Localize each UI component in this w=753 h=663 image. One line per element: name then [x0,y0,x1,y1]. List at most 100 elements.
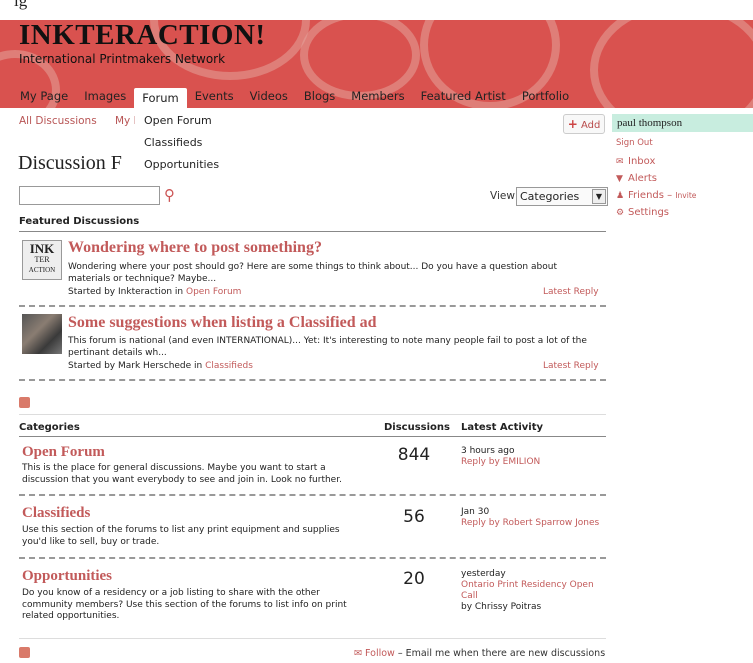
follow-link[interactable]: Follow [365,648,395,659]
category-desc: Do you know of a residency or a job list… [22,588,347,621]
category-desc: This is the place for general discussion… [22,463,342,485]
forum-subnav: All Discussions My D [19,115,142,127]
menu-item-classifieds[interactable]: Classifieds [144,132,225,154]
latest-reply-link[interactable]: Latest Reply [543,361,599,371]
menu-item-opportunities[interactable]: Opportunities [144,154,225,176]
column-latest-activity: Latest Activity [461,422,544,433]
add-button[interactable]: + Add [563,114,605,134]
nav-portfolio[interactable]: Portfolio [514,88,577,108]
forum-dropdown-menu: Open Forum Classifieds Opportunities [135,108,225,176]
all-discussions-link[interactable]: All Discussions [19,115,97,127]
main-nav: My Page Images Forum Events Videos Blogs… [12,88,577,108]
featured-meta-2: Started by Mark Herschede in Classifieds [68,361,253,371]
activity-time: yesterday [461,569,506,579]
featured-excerpt-1: Wondering where your post should go? Her… [68,262,557,284]
nav-featured-artist[interactable]: Featured Artist [413,88,514,108]
friends-link[interactable]: ♟ Friends – Invite [616,190,696,201]
forum-link[interactable]: Classifieds [205,361,253,371]
featured-meta-1: Started by Inkteraction in Open Forum [68,287,241,297]
nav-events[interactable]: Events [187,88,242,108]
alerts-label: Alerts [628,173,658,184]
envelope-icon: ✉ [616,157,624,167]
discussion-count: 844 [397,445,431,465]
divider [19,436,606,437]
divider [19,231,606,232]
started-by: Started by Mark Herschede in [68,361,203,371]
latest-reply-link[interactable]: Latest Reply [543,287,599,297]
person-icon: ♟ [616,191,625,201]
activity-reply-link[interactable]: Reply by EMILION [461,457,601,468]
cropped-top-label: ig [14,0,28,10]
page: INKTERACTION! International Printmakers … [0,0,753,663]
category-title-classifieds[interactable]: Classifieds [22,505,90,522]
divider [19,379,606,381]
alerts-link[interactable]: ▼ Alerts [616,173,657,184]
featured-title-2[interactable]: Some suggestions when listing a Classifi… [68,314,377,332]
nav-videos[interactable]: Videos [242,88,296,108]
latest-activity: Jan 30 Reply by Robert Sparrow Jones [461,507,601,529]
nav-blogs[interactable]: Blogs [296,88,343,108]
sign-out-link[interactable]: Sign Out [616,138,653,148]
inbox-link[interactable]: ✉ Inbox [616,156,655,167]
nav-forum[interactable]: Forum [134,88,187,108]
avatar-text-3: ACTION [28,266,56,274]
category-title-open-forum[interactable]: Open Forum [22,444,105,461]
activity-reply-link[interactable]: Reply by Robert Sparrow Jones [461,518,601,529]
activity-time: Jan 30 [461,507,490,517]
activity-reply-link[interactable]: Ontario Print Residency Open Call [461,580,601,602]
column-categories: Categories [19,422,80,433]
add-button-label: Add [580,120,601,131]
nav-members[interactable]: Members [343,88,412,108]
follow-icon: ✉ [354,648,362,659]
user-name[interactable]: paul thompson [612,114,753,132]
divider [19,414,606,415]
activity-author: by Chrissy Poitras [461,602,542,612]
settings-label: Settings [628,207,670,218]
divider [19,494,606,496]
chevron-down-icon: ▼ [592,189,606,204]
featured-discussions-heading: Featured Discussions [19,216,140,227]
column-discussions: Discussions [384,422,451,433]
avatar-text-1: INK [29,241,55,256]
latest-activity: yesterday Ontario Print Residency Open C… [461,569,601,613]
featured-title-1[interactable]: Wondering where to post something? [68,239,322,257]
featured-excerpt-2: This forum is national (and even INTERNA… [68,336,587,358]
user-sidebar: paul thompson Sign Out ✉ Inbox ▼ Alerts ♟ F… [612,114,753,218]
page-title: Discussion F [18,152,122,174]
divider [19,305,606,307]
divider [19,557,606,559]
inkteraction-avatar[interactable]: INK TER ACTION [22,240,62,280]
discussion-count: 20 [403,569,425,589]
invite-link[interactable]: Invite [675,191,696,200]
rss-icon[interactable] [19,397,30,408]
view-select-value: Categories [520,190,580,203]
avatar-text-2: TER [34,255,50,264]
search-input[interactable] [19,186,160,205]
plus-icon: + [567,117,578,131]
follow-bar: ✉ Follow – Email me when there are new d… [354,648,605,659]
category-title-opportunities[interactable]: Opportunities [22,568,112,585]
forum-link[interactable]: Open Forum [186,287,241,297]
nav-my-page[interactable]: My Page [12,88,76,108]
category-desc: Use this section of the forums to list a… [22,525,340,547]
search-icon[interactable]: ⚲ [164,186,175,204]
site-tagline: International Printmakers Network [19,52,226,66]
mark-herschede-avatar[interactable] [22,314,62,354]
inbox-label: Inbox [628,156,656,167]
site-logo[interactable]: INKTERACTION! [19,19,266,52]
settings-link[interactable]: ⚙ Settings [616,207,669,218]
started-by: Started by Inkteraction in [68,287,184,297]
rss-icon[interactable] [19,647,30,658]
menu-item-open-forum[interactable]: Open Forum [144,110,225,132]
alert-flag-icon: ▼ [616,174,623,184]
view-select[interactable]: Categories ▼ [516,187,608,206]
friends-label: Friends [628,190,664,201]
divider [19,638,606,639]
nav-images[interactable]: Images [76,88,134,108]
discussion-count: 56 [403,507,425,527]
view-label: View [490,190,515,202]
follow-text: – Email me when there are new discussion… [394,648,606,659]
activity-time: 3 hours ago [461,446,515,456]
cropped-top-text: ig [0,0,753,20]
gear-icon: ⚙ [616,208,625,218]
